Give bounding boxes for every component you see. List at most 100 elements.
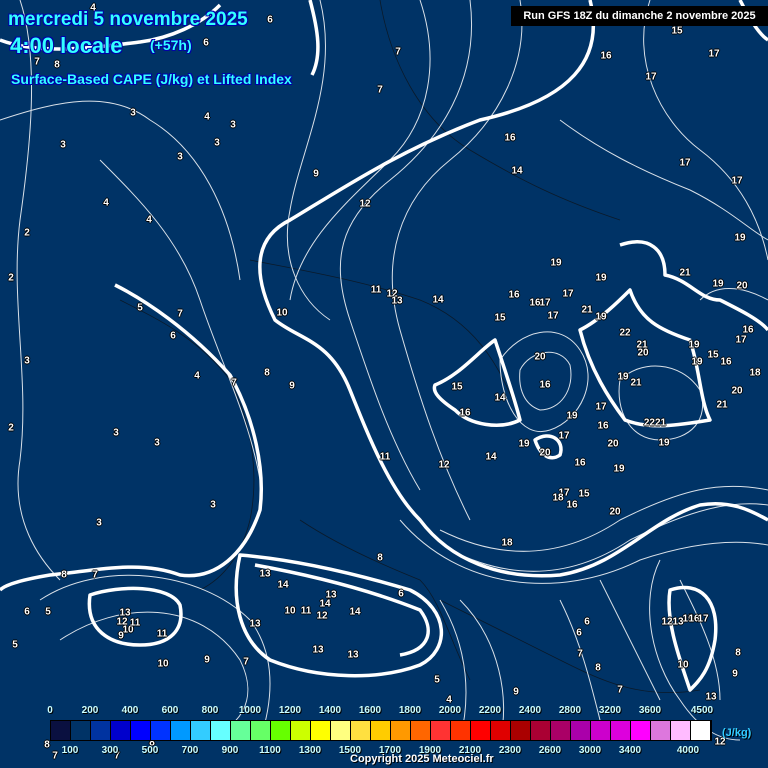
lifted-index-value: 11 — [129, 617, 141, 629]
lifted-index-value: 15 — [451, 381, 463, 393]
legend-swatch — [71, 721, 91, 740]
lifted-index-value: 4 — [194, 370, 200, 382]
legend-swatch — [331, 721, 351, 740]
lifted-index-value: 22 — [619, 327, 631, 339]
lifted-index-value: 17 — [645, 71, 657, 83]
lifted-index-value: 12 — [316, 610, 328, 622]
legend-swatch — [591, 721, 611, 740]
lifted-index-value: 16 — [597, 420, 609, 432]
lifted-index-value: 9 — [118, 630, 124, 642]
legend-swatch — [371, 721, 391, 740]
legend-swatch — [531, 721, 551, 740]
legend-swatch — [51, 721, 71, 740]
lifted-index-value: 11 — [370, 284, 382, 296]
lifted-index-value: 19 — [566, 410, 578, 422]
lifted-index-value: 16 — [566, 499, 578, 511]
legend-bottom-label: 3000 — [578, 745, 602, 756]
cape-map — [0, 0, 768, 741]
legend-bottom-label: 2300 — [498, 745, 522, 756]
legend-swatch — [411, 721, 431, 740]
lifted-index-value: 10 — [157, 658, 169, 670]
lifted-index-value: 3 — [230, 119, 236, 131]
lifted-index-value: 8 — [44, 739, 50, 751]
lifted-index-value: 3 — [177, 151, 183, 163]
legend-swatch — [291, 721, 311, 740]
forecast-time: 4:00 locale — [10, 33, 123, 58]
lifted-index-value: 6 — [203, 37, 209, 49]
copyright: Copyright 2025 Meteociel.fr — [350, 753, 494, 765]
legend-swatch — [451, 721, 471, 740]
parameter-title: Surface-Based CAPE (J/kg) et Lifted Inde… — [11, 71, 292, 87]
lifted-index-value: 19 — [617, 371, 629, 383]
lifted-index-value: 2 — [8, 272, 14, 284]
color-scale-legend — [50, 720, 712, 741]
legend-bottom-label: 4000 — [676, 745, 700, 756]
lifted-index-value: 5 — [137, 302, 143, 314]
lifted-index-value: 17 — [731, 175, 743, 187]
lifted-index-value: 20 — [607, 438, 619, 450]
lifted-index-value: 8 — [54, 59, 60, 71]
legend-swatch — [631, 721, 651, 740]
lifted-index-value: 9 — [289, 380, 295, 392]
lifted-index-value: 3 — [113, 427, 119, 439]
legend-top-label: 1400 — [318, 705, 342, 716]
lifted-index-value: 19 — [658, 437, 670, 449]
legend-bottom-label: 500 — [141, 745, 159, 756]
lifted-index-value: 7 — [395, 46, 401, 58]
lifted-index-value: 8 — [595, 662, 601, 674]
legend-top-label: 2400 — [518, 705, 542, 716]
legend-bottom-label: 3400 — [618, 745, 642, 756]
lifted-index-value: 17 — [708, 48, 720, 60]
lifted-index-value: 7 — [243, 656, 249, 668]
cape-contours-thin — [0, 0, 768, 741]
lifted-index-value: 3 — [130, 107, 136, 119]
legend-top-label: 0 — [47, 705, 53, 716]
lifted-index-value: 7 — [231, 377, 237, 389]
lifted-index-value: 17 — [539, 297, 551, 309]
lifted-index-value: 7 — [577, 648, 583, 660]
lifted-index-value: 13 — [391, 295, 403, 307]
lifted-index-value: 20 — [609, 506, 621, 518]
lifted-index-value: 16 — [574, 457, 586, 469]
forecast-lead-time: (+57h) — [150, 37, 192, 53]
lifted-index-value: 4 — [204, 111, 210, 123]
legend-swatch — [611, 721, 631, 740]
lifted-index-value: 3 — [154, 437, 160, 449]
lifted-index-value: 4 — [446, 694, 452, 706]
lifted-index-value: 17 — [679, 157, 691, 169]
lifted-index-value: 21 — [716, 399, 728, 411]
legend-swatch — [211, 721, 231, 740]
legend-top-label: 4500 — [690, 705, 714, 716]
legend-bottom-label: 300 — [101, 745, 119, 756]
lifted-index-value: 15 — [671, 25, 683, 37]
legend-swatch — [671, 721, 691, 740]
lifted-index-value: 5 — [12, 639, 18, 651]
lifted-index-value: 17 — [562, 288, 574, 300]
lifted-index-value: 19 — [613, 463, 625, 475]
legend-swatch — [151, 721, 171, 740]
legend-bottom-label: 1100 — [259, 745, 281, 756]
lifted-index-value: 19 — [518, 438, 530, 450]
lifted-index-value: 20 — [731, 385, 743, 397]
lifted-index-value: 3 — [60, 139, 66, 151]
lifted-index-value: 3 — [24, 355, 30, 367]
lifted-index-value: 16 — [600, 50, 612, 62]
legend-swatch — [251, 721, 271, 740]
lifted-index-value: 4 — [103, 197, 109, 209]
legend-swatch — [491, 721, 511, 740]
lifted-index-value: 14 — [511, 165, 523, 177]
lifted-index-value: 13 — [259, 568, 271, 580]
lifted-index-value: 17 — [558, 430, 570, 442]
lifted-index-value: 2221 — [643, 417, 667, 429]
legend-swatch — [651, 721, 671, 740]
legend-top-label: 2000 — [438, 705, 462, 716]
lifted-index-value: 12 — [438, 459, 450, 471]
lifted-index-value: 19 — [712, 278, 724, 290]
lifted-index-value: 18 — [749, 367, 761, 379]
lifted-index-value: 9 — [513, 686, 519, 698]
lifted-index-value: 19 — [595, 311, 607, 323]
lifted-index-value: 20 — [637, 347, 649, 359]
lifted-index-value: 11 — [379, 451, 391, 463]
legend-swatch — [471, 721, 491, 740]
lifted-index-value: 2 — [8, 422, 14, 434]
